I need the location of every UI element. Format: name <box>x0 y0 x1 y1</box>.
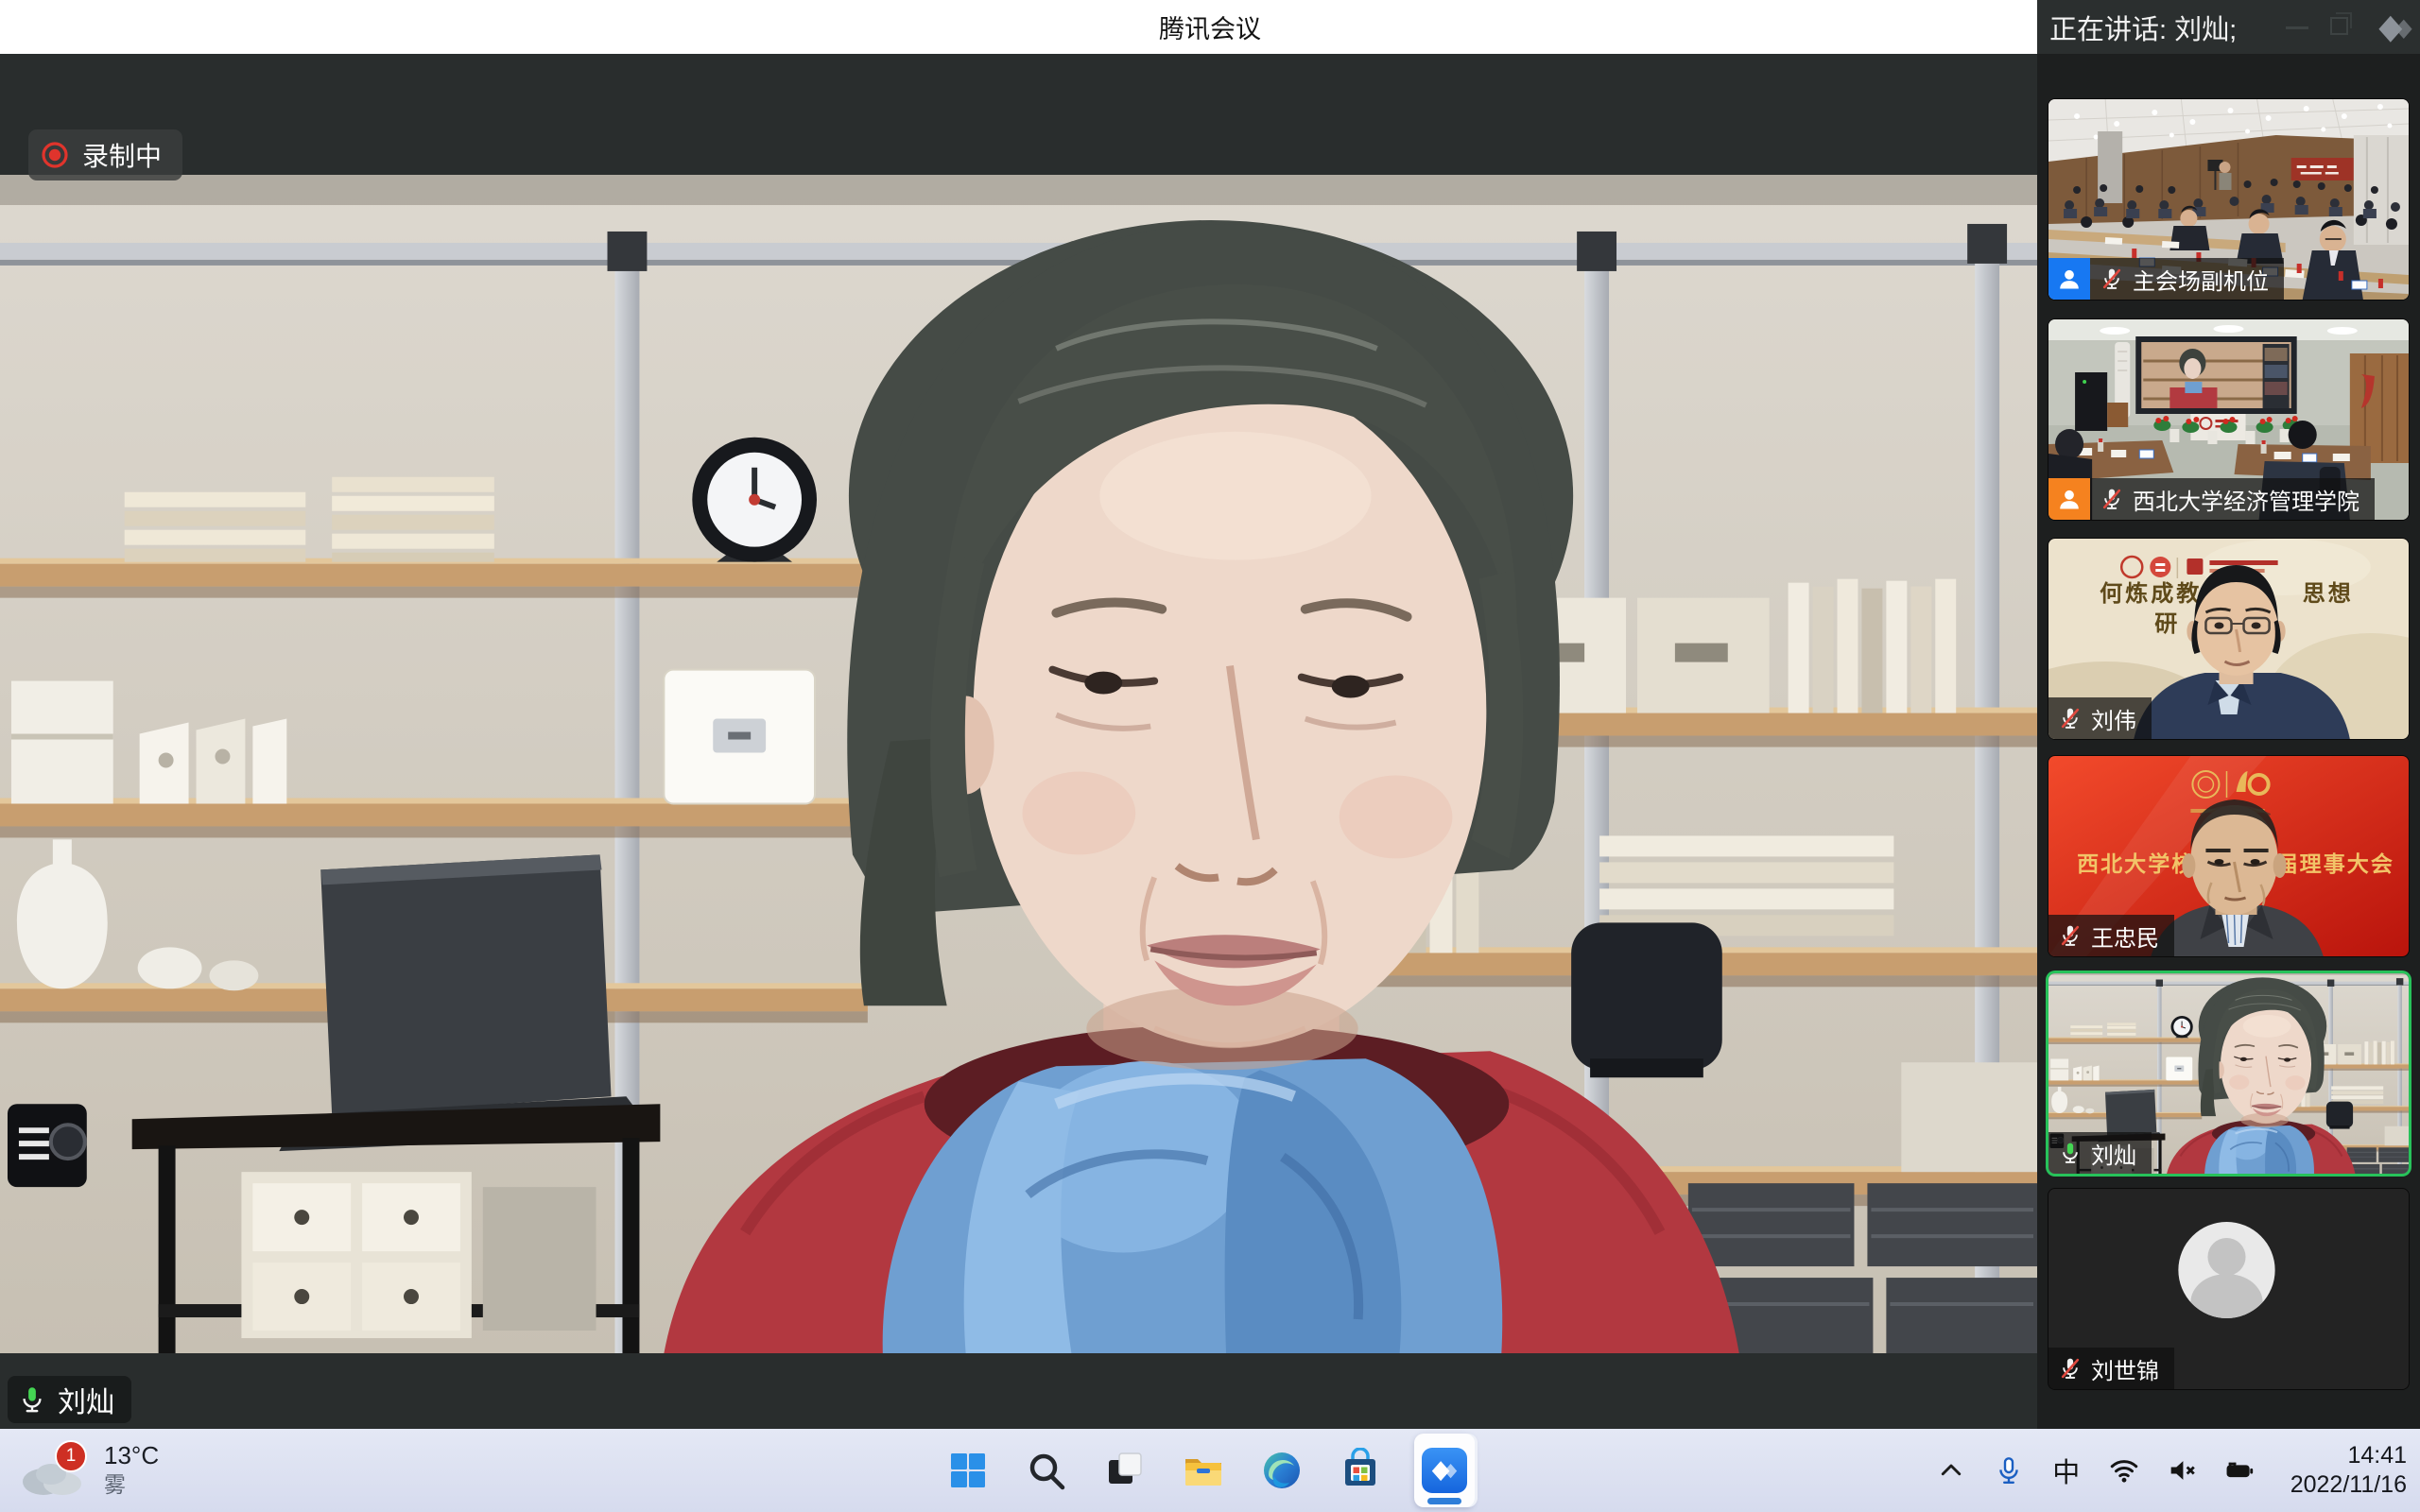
recording-label: 录制中 <box>82 136 162 174</box>
participant-panel: 正在讲话: 刘灿; 主会场副机位 <box>2037 0 2420 1429</box>
wifi-icon[interactable] <box>2108 1454 2140 1486</box>
running-app-indicator <box>1427 1498 1461 1504</box>
participant-name: 主会场副机位 <box>2133 263 2269 296</box>
participant-thumbnail[interactable]: 王忠民 <box>2048 756 2409 956</box>
task-view-button[interactable] <box>1100 1446 1150 1495</box>
weather-widget[interactable]: 1 13°C 雾 <box>15 1434 159 1507</box>
speaker-name: 刘灿 <box>58 1379 114 1420</box>
window-title: 腾讯会议 <box>1159 9 1261 45</box>
speaker-name-badge: 刘灿 <box>8 1376 131 1423</box>
participant-name: 刘灿 <box>2091 1137 2136 1170</box>
weather-temperature: 13°C <box>104 1441 159 1470</box>
participant-thumbnail[interactable]: 主会场副机位 <box>2048 99 2409 300</box>
participant-name: 西北大学经济管理学院 <box>2133 483 2360 516</box>
speaking-status: 正在讲话: 刘灿; <box>2049 8 2237 47</box>
tray-date: 2022/11/16 <box>2290 1470 2407 1500</box>
chevron-up-icon[interactable] <box>1935 1454 1967 1486</box>
system-tray: 中 14:41 2022/11/16 <box>1935 1429 2407 1512</box>
notification-badge: 1 <box>55 1440 87 1472</box>
participant-thumbnail[interactable]: 西北大学经济管理学院 <box>2048 319 2409 520</box>
tencent-meeting-app-icon <box>1422 1448 1467 1493</box>
participant-thumbnail[interactable]: 刘伟 <box>2048 539 2409 739</box>
recording-badge: 录制中 <box>28 129 182 180</box>
participant-footer: 主会场副机位 <box>2048 258 2284 300</box>
participant-footer: 刘世锦 <box>2048 1348 2174 1389</box>
microphone-tray-icon[interactable] <box>1993 1454 2025 1486</box>
mic-muted-icon <box>2100 266 2124 291</box>
mic-muted-icon <box>2058 1356 2083 1381</box>
edge-button[interactable] <box>1257 1446 1306 1495</box>
search-button[interactable] <box>1022 1446 1071 1495</box>
orange-person-square-icon <box>2048 478 2090 520</box>
participant-footer: 西北大学经济管理学院 <box>2048 478 2375 520</box>
tencent-meeting-window: 腾讯会议 录制中 刘灿 正在讲话: 刘灿; <box>0 0 2420 1512</box>
mic-muted-icon <box>2100 487 2124 511</box>
participant-panel-header: 正在讲话: 刘灿; <box>2037 0 2420 54</box>
participant-thumbnail[interactable]: 刘世锦 <box>2048 1189 2409 1389</box>
participant-name: 刘世锦 <box>2091 1352 2159 1385</box>
participant-footer: 王忠民 <box>2048 915 2174 956</box>
start-button[interactable] <box>943 1446 993 1495</box>
minimize-button[interactable] <box>2286 26 2308 29</box>
taskbar-apps <box>943 1429 1475 1512</box>
windows-taskbar: 1 13°C 雾 <box>0 1429 2420 1512</box>
speaker-video-frame <box>0 175 2037 1353</box>
tencent-meeting-button[interactable] <box>1414 1434 1475 1507</box>
participant-name: 刘伟 <box>2091 702 2136 735</box>
participant-name: 王忠民 <box>2091 919 2159 953</box>
participant-thumbnail-active-speaker[interactable]: 刘灿 <box>2048 973 2409 1174</box>
volume-muted-icon[interactable] <box>2166 1454 2198 1486</box>
mic-muted-icon <box>2058 706 2083 730</box>
store-button[interactable] <box>1336 1446 1385 1495</box>
clock[interactable]: 14:41 2022/11/16 <box>2290 1441 2407 1500</box>
ime-indicator[interactable]: 中 <box>2050 1454 2083 1486</box>
restore-button[interactable] <box>2330 17 2348 35</box>
mic-on-icon <box>17 1384 47 1415</box>
file-explorer-button[interactable] <box>1179 1446 1228 1495</box>
participant-footer: 刘伟 <box>2048 697 2152 739</box>
tray-time: 14:41 <box>2290 1441 2407 1470</box>
weather-condition: 雾 <box>104 1470 159 1500</box>
blue-person-square-icon <box>2048 258 2090 300</box>
main-speaker-video[interactable]: 录制中 刘灿 <box>0 54 2037 1429</box>
mic-on-icon <box>2058 1141 2083 1165</box>
participant-footer: 刘灿 <box>2048 1132 2152 1174</box>
battery-charging-icon[interactable] <box>2223 1454 2256 1486</box>
record-icon <box>40 140 70 170</box>
tencent-meeting-logo-icon <box>2373 6 2418 51</box>
mic-muted-icon <box>2058 923 2083 948</box>
